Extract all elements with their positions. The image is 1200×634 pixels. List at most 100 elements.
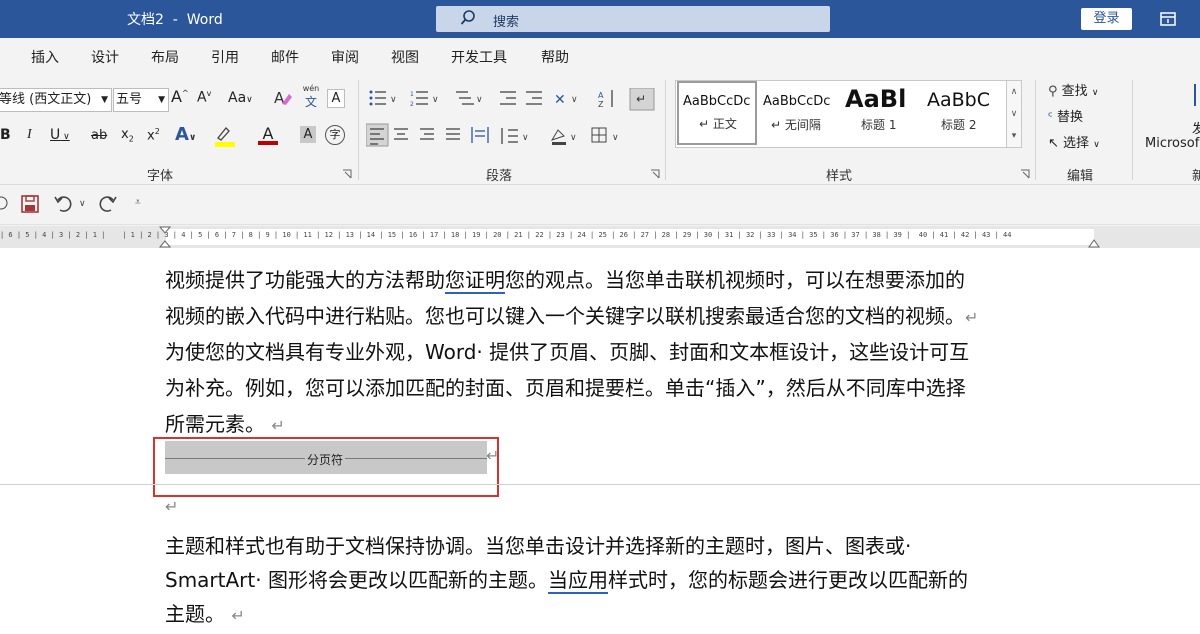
- find-button[interactable]: ⚲ 查找 ∨: [1048, 80, 1098, 99]
- tab-layout[interactable]: 布局: [151, 47, 179, 67]
- text-run: SmartArt· 图形将会更改以匹配新的主题。: [165, 568, 548, 592]
- indent-marker-icon[interactable]: [159, 226, 171, 248]
- phonetic-top: wén: [302, 84, 320, 93]
- style-heading1[interactable]: AaBl 标题 1: [841, 81, 921, 145]
- style-preview: AaBbC: [927, 89, 991, 111]
- font-size-dropdown[interactable]: 五号 ▼: [113, 88, 169, 112]
- change-case-button[interactable]: Aa∨: [228, 90, 253, 106]
- phonetic-bottom: 文: [304, 95, 317, 109]
- shrink-font-button[interactable]: Av: [197, 89, 211, 106]
- ribbon-display-icon[interactable]: [1160, 12, 1176, 26]
- underline-button[interactable]: U ∨: [50, 127, 70, 143]
- caret-up-icon: ^: [181, 88, 189, 98]
- svg-text:✕: ✕: [554, 92, 566, 108]
- chevron-down-icon: ∨: [188, 133, 197, 143]
- svg-text:∨: ∨: [570, 133, 577, 143]
- tab-design[interactable]: 设计: [91, 47, 119, 67]
- style-normal[interactable]: AaBbCcDc ↵ 正文: [677, 81, 757, 145]
- chevron-down-icon: ▼: [158, 95, 165, 105]
- grow-font-button[interactable]: A^: [171, 87, 189, 106]
- right-clipped-label: 发: [1192, 122, 1200, 137]
- font-color-label: A: [262, 124, 274, 143]
- clear-format-icon[interactable]: A: [273, 88, 293, 108]
- font-group-label: 字体: [147, 169, 174, 184]
- tab-insert[interactable]: 插入: [31, 47, 59, 67]
- paragraph-line: 为补充。例如，您可以添加匹配的封面、页眉和提要栏。单击“插入”，然后从不同库中选…: [165, 376, 966, 400]
- style-no-spacing[interactable]: AaBbCcDc ↵ 无间隔: [759, 81, 839, 145]
- search-label: 搜索: [493, 15, 520, 30]
- text-effects-label: A: [175, 124, 189, 145]
- superscript-button[interactable]: x2: [147, 127, 160, 143]
- proofing-underline-text[interactable]: 您证明: [445, 268, 505, 294]
- select-button[interactable]: ↖ 选择 ∨: [1048, 132, 1100, 151]
- paragraph-line: 主题和样式也有助于文档保持协调。当您单击设计并选择新的主题时，图片、图表或·: [165, 534, 912, 558]
- char-border-button[interactable]: A: [327, 89, 345, 108]
- caret-down-icon: v: [206, 89, 212, 98]
- char-shading-button[interactable]: A: [300, 126, 316, 143]
- enclose-char-button[interactable]: 字: [325, 125, 345, 145]
- customize-qat-icon[interactable]: ⩡: [135, 197, 141, 208]
- superscript-label: x: [147, 128, 155, 144]
- paragraph-mark-icon: ↵: [165, 497, 179, 516]
- right-clipped-group-label: 新: [1192, 169, 1200, 184]
- font-color-button[interactable]: A: [258, 124, 278, 148]
- svg-text:∨: ∨: [522, 133, 529, 143]
- tab-view[interactable]: 视图: [391, 47, 419, 67]
- group-separator: [665, 80, 666, 180]
- subscript-label: x: [121, 127, 129, 142]
- grow-font-label: A: [171, 87, 182, 106]
- bold-button[interactable]: B: [0, 127, 11, 143]
- save-icon[interactable]: [21, 195, 39, 213]
- paragraph-line: 视频提供了功能强大的方法帮助您证明您的观点。当您单击联机视频时，可以在想要添加的: [165, 262, 965, 298]
- replace-button[interactable]: ᶜ 替换: [1048, 106, 1083, 125]
- style-heading2[interactable]: AaBbC 标题 2: [923, 81, 1003, 145]
- text-effects-button[interactable]: A∨: [175, 124, 196, 145]
- tab-mailings[interactable]: 邮件: [271, 47, 299, 67]
- strikethrough-button[interactable]: ab: [91, 128, 107, 143]
- styles-scroll[interactable]: ∧ ∨ ▾: [1006, 80, 1022, 148]
- chevron-up-icon[interactable]: ∧: [1007, 81, 1021, 103]
- text-run: 所需元素。: [165, 412, 265, 436]
- group-separator: [1132, 80, 1133, 180]
- italic-button[interactable]: I: [27, 127, 32, 143]
- svg-text:∨: ∨: [571, 95, 578, 105]
- undo-icon[interactable]: [54, 195, 74, 213]
- paragraph-dialog-launcher-icon[interactable]: [650, 169, 660, 179]
- tab-review[interactable]: 审阅: [331, 47, 359, 67]
- highlight-icon[interactable]: [213, 124, 237, 148]
- quick-access-toolbar: [0, 186, 1200, 225]
- more-styles-icon[interactable]: ▾: [1007, 125, 1021, 147]
- change-case-label: Aa: [228, 90, 247, 106]
- chevron-down-icon[interactable]: ∨: [1007, 103, 1021, 125]
- replace-icon: ᶜ: [1048, 110, 1053, 125]
- underline-label: U: [50, 127, 61, 143]
- autosave-icon[interactable]: [0, 196, 8, 210]
- proofing-underline-text[interactable]: 当应用: [547, 568, 608, 594]
- style-preview: AaBbCcDc: [683, 94, 751, 109]
- page-boundary: [0, 484, 1200, 485]
- subscript-button[interactable]: x2: [121, 127, 134, 144]
- ruler-ticks: | 6 | 5 | 4 | 3 | 2 | 1 | | 1 | 2 | 3 | …: [0, 231, 1012, 239]
- chevron-down-icon[interactable]: ∨: [79, 199, 86, 209]
- login-button[interactable]: 登录: [1081, 8, 1132, 30]
- font-dialog-launcher-icon[interactable]: [342, 169, 352, 179]
- paragraph-tools[interactable]: ∨ 1 2 ∨ ∨ ✕ ∨ AZ ↵ ∨ ∨ ∨: [366, 88, 666, 148]
- right-clipped-addin[interactable]: Microsof: [1145, 136, 1200, 151]
- font-name-dropdown[interactable]: 等线 (西文正文) ▼: [0, 88, 112, 112]
- right-indent-marker-icon[interactable]: [1088, 236, 1100, 248]
- shrink-font-label: A: [197, 89, 207, 106]
- find-label: 查找: [1061, 84, 1088, 99]
- chevron-down-icon: ▼: [101, 95, 108, 105]
- text-run: 视频的嵌入代码中进行粘贴。您也可以键入一个关键字以联机搜索最适合您的文档的视频。: [165, 304, 965, 328]
- redo-icon[interactable]: [97, 195, 117, 213]
- search-icon: [460, 10, 475, 25]
- text-run: 主题。: [165, 602, 225, 626]
- styles-dialog-launcher-icon[interactable]: [1020, 169, 1030, 179]
- tab-help[interactable]: 帮助: [541, 47, 569, 67]
- paragraph-line: 主题。 ↵: [165, 596, 245, 634]
- chevron-down-icon: ∨: [60, 132, 70, 142]
- svg-text:∨: ∨: [432, 95, 439, 105]
- phonetic-guide-button[interactable]: wén 文: [300, 84, 322, 110]
- tab-references[interactable]: 引用: [211, 47, 239, 67]
- tab-developer[interactable]: 开发工具: [451, 47, 507, 67]
